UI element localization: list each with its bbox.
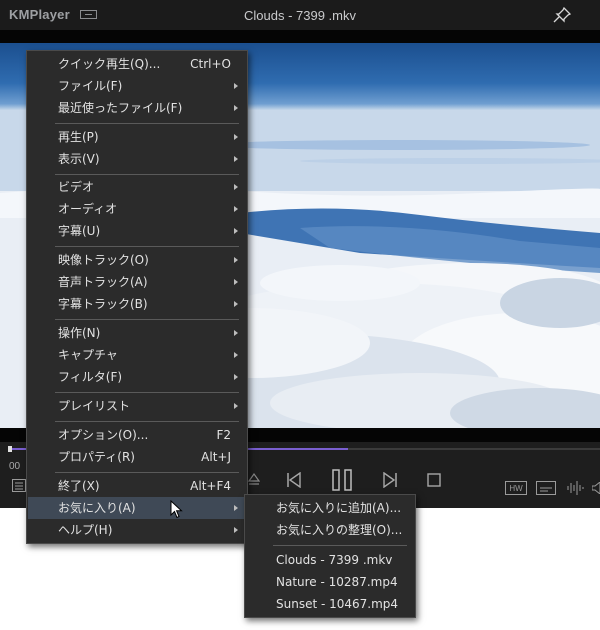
submenu-arrow-icon (234, 279, 238, 285)
menu-item-label: お気に入り(A) (58, 501, 136, 515)
menu-item-shortcut: F2 (216, 428, 231, 442)
menu-item-label: 映像トラック(O) (58, 253, 149, 267)
menu-item-label: Clouds - 7399 .mkv (276, 553, 393, 567)
menu-item-view[interactable]: 表示(V) (28, 148, 246, 170)
menu-item-filter[interactable]: フィルタ(F) (28, 366, 246, 388)
context-menu: クイック再生(Q)... Ctrl+O ファイル(F) 最近使ったファイル(F)… (26, 50, 248, 544)
menu-item-audio-track[interactable]: 音声トラック(A) (28, 271, 246, 293)
menu-item-favorites[interactable]: お気に入り(A) (28, 497, 246, 519)
menu-item-label: ファイル(F) (58, 79, 123, 93)
menu-item-label: プレイリスト (58, 399, 131, 413)
submenu-arrow-icon (234, 257, 238, 263)
menu-item-audio[interactable]: オーディオ (28, 198, 246, 220)
submenu-arrow-icon (234, 134, 238, 140)
menu-item-properties[interactable]: プロパティ(R) Alt+J (28, 446, 246, 468)
time-display: 00 (9, 461, 21, 472)
next-icon[interactable] (382, 472, 398, 488)
menu-item-video[interactable]: ビデオ (28, 176, 246, 198)
submenu-arrow-icon (234, 83, 238, 89)
submenu-arrow-icon (234, 206, 238, 212)
menu-separator (55, 319, 239, 320)
menu-item-label: プロパティ(R) (58, 450, 135, 464)
menu-item-label: 操作(N) (58, 326, 101, 340)
stop-icon[interactable] (427, 473, 441, 487)
menu-item-video-track[interactable]: 映像トラック(O) (28, 249, 246, 271)
menu-item-label: 字幕(U) (58, 224, 101, 238)
favorite-item[interactable]: Sunset - 10467.mp4 (246, 593, 414, 615)
menu-item-label: 音声トラック(A) (58, 275, 148, 289)
menu-item-playback[interactable]: 再生(P) (28, 126, 246, 148)
menu-item-help[interactable]: ヘルプ(H) (28, 519, 246, 541)
menu-item-exit[interactable]: 終了(X) Alt+F4 (28, 475, 246, 497)
pause-icon[interactable] (331, 469, 353, 491)
menu-item-label: お気に入りの整理(O)... (276, 523, 403, 537)
submenu-arrow-icon (234, 527, 238, 533)
menu-separator (55, 392, 239, 393)
submenu-arrow-icon (234, 330, 238, 336)
menu-item-label: Sunset - 10467.mp4 (276, 597, 399, 611)
menu-item-add-favorite[interactable]: お気に入りに追加(A)... (246, 497, 414, 519)
subtitle-icon[interactable] (536, 481, 556, 495)
favorite-item[interactable]: Clouds - 7399 .mkv (246, 549, 414, 571)
submenu-arrow-icon (234, 505, 238, 511)
favorites-submenu: お気に入りに追加(A)... お気に入りの整理(O)... Clouds - 7… (244, 494, 416, 618)
menu-separator (55, 174, 239, 175)
menu-item-control[interactable]: 操作(N) (28, 322, 246, 344)
menu-item-capture[interactable]: キャプチャ (28, 344, 246, 366)
video-letterbox-top (0, 30, 600, 43)
menu-item-label: ビデオ (58, 180, 95, 194)
menu-item-file[interactable]: ファイル(F) (28, 75, 246, 97)
pin-icon[interactable] (553, 7, 571, 23)
menu-item-playlist[interactable]: プレイリスト (28, 395, 246, 417)
volume-icon[interactable] (592, 482, 600, 494)
submenu-arrow-icon (234, 403, 238, 409)
mouse-cursor-icon (170, 500, 183, 519)
menu-item-options[interactable]: オプション(O)... F2 (28, 424, 246, 446)
menu-item-label: クイック再生(Q)... (58, 57, 161, 71)
seek-handle[interactable] (8, 446, 12, 452)
submenu-arrow-icon (234, 301, 238, 307)
menu-separator (55, 123, 239, 124)
submenu-arrow-icon (234, 184, 238, 190)
menu-item-label: オプション(O)... (58, 428, 149, 442)
menu-item-shortcut: Ctrl+O (190, 57, 231, 71)
submenu-arrow-icon (234, 228, 238, 234)
menu-item-subtitles[interactable]: 字幕(U) (28, 220, 246, 242)
favorite-item[interactable]: Nature - 10287.mp4 (246, 571, 414, 593)
eject-icon[interactable] (248, 472, 260, 486)
menu-item-label: 最近使ったファイル(F) (58, 101, 183, 115)
menu-item-organize-favorites[interactable]: お気に入りの整理(O)... (246, 519, 414, 541)
menu-separator (273, 545, 407, 546)
menu-item-shortcut: Alt+F4 (190, 479, 231, 493)
menu-separator (55, 246, 239, 247)
menu-item-label: フィルタ(F) (58, 370, 123, 384)
menu-separator (55, 472, 239, 473)
submenu-arrow-icon (234, 374, 238, 380)
previous-icon[interactable] (286, 472, 302, 488)
menu-item-label: お気に入りに追加(A)... (276, 501, 402, 515)
hw-decoder-label: HW (509, 484, 523, 493)
menu-item-label: ヘルプ(H) (58, 523, 113, 537)
menu-item-recent-files[interactable]: 最近使ったファイル(F) (28, 97, 246, 119)
menu-item-label: 表示(V) (58, 152, 100, 166)
title-bar[interactable]: KMPlayer Clouds - 7399 .mkv (0, 0, 600, 30)
menu-item-quick-play[interactable]: クイック再生(Q)... Ctrl+O (28, 53, 246, 75)
menu-item-label: 字幕トラック(B) (58, 297, 148, 311)
menu-item-label: Nature - 10287.mp4 (276, 575, 398, 589)
menu-item-label: オーディオ (58, 202, 118, 216)
menu-item-subtitle-track[interactable]: 字幕トラック(B) (28, 293, 246, 315)
menu-item-label: キャプチャ (58, 348, 118, 362)
submenu-arrow-icon (234, 156, 238, 162)
equalizer-icon[interactable] (566, 480, 588, 496)
window-title: Clouds - 7399 .mkv (244, 8, 356, 23)
hw-decoder-icon[interactable]: HW (505, 481, 527, 495)
menu-item-label: 終了(X) (58, 479, 100, 493)
menu-separator (55, 421, 239, 422)
playlist-icon[interactable] (12, 479, 26, 492)
submenu-arrow-icon (234, 105, 238, 111)
submenu-arrow-icon (234, 352, 238, 358)
menu-item-label: 再生(P) (58, 130, 99, 144)
menu-item-shortcut: Alt+J (201, 450, 231, 464)
